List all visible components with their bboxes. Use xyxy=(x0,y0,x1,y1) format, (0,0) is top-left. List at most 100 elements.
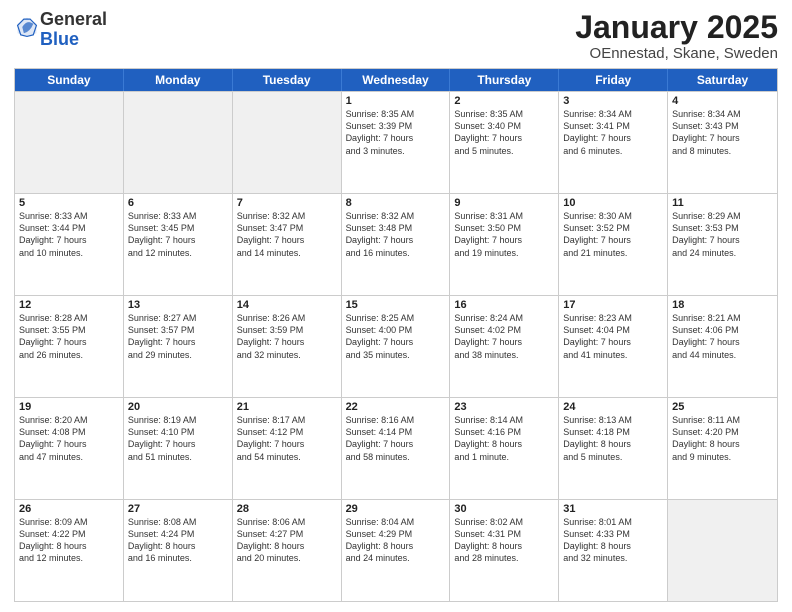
day-info: Sunrise: 8:02 AM Sunset: 4:31 PM Dayligh… xyxy=(454,516,554,565)
day-number: 29 xyxy=(346,503,446,515)
day-number: 30 xyxy=(454,503,554,515)
day-info: Sunrise: 8:06 AM Sunset: 4:27 PM Dayligh… xyxy=(237,516,337,565)
day-number: 10 xyxy=(563,197,663,209)
day-number: 15 xyxy=(346,299,446,311)
day-number: 16 xyxy=(454,299,554,311)
day-cell-28: 28Sunrise: 8:06 AM Sunset: 4:27 PM Dayli… xyxy=(233,500,342,601)
logo-blue: Blue xyxy=(40,29,79,49)
day-number: 4 xyxy=(672,95,773,107)
day-number: 11 xyxy=(672,197,773,209)
day-number: 12 xyxy=(19,299,119,311)
day-cell-23: 23Sunrise: 8:14 AM Sunset: 4:16 PM Dayli… xyxy=(450,398,559,499)
day-number: 23 xyxy=(454,401,554,413)
day-info: Sunrise: 8:09 AM Sunset: 4:22 PM Dayligh… xyxy=(19,516,119,565)
day-cell-6: 6Sunrise: 8:33 AM Sunset: 3:45 PM Daylig… xyxy=(124,194,233,295)
day-cell-3: 3Sunrise: 8:34 AM Sunset: 3:41 PM Daylig… xyxy=(559,92,668,193)
day-info: Sunrise: 8:19 AM Sunset: 4:10 PM Dayligh… xyxy=(128,414,228,463)
day-cell-31: 31Sunrise: 8:01 AM Sunset: 4:33 PM Dayli… xyxy=(559,500,668,601)
day-cell-10: 10Sunrise: 8:30 AM Sunset: 3:52 PM Dayli… xyxy=(559,194,668,295)
day-cell-19: 19Sunrise: 8:20 AM Sunset: 4:08 PM Dayli… xyxy=(15,398,124,499)
header: General Blue January 2025 OEnnestad, Ska… xyxy=(14,10,778,62)
day-cell-empty xyxy=(124,92,233,193)
day-cell-empty xyxy=(15,92,124,193)
dow-cell-monday: Monday xyxy=(124,69,233,91)
dow-cell-friday: Friday xyxy=(559,69,668,91)
day-info: Sunrise: 8:16 AM Sunset: 4:14 PM Dayligh… xyxy=(346,414,446,463)
day-info: Sunrise: 8:04 AM Sunset: 4:29 PM Dayligh… xyxy=(346,516,446,565)
cal-title: January 2025 xyxy=(575,10,778,45)
day-number: 5 xyxy=(19,197,119,209)
day-number: 8 xyxy=(346,197,446,209)
day-cell-5: 5Sunrise: 8:33 AM Sunset: 3:44 PM Daylig… xyxy=(15,194,124,295)
day-number: 22 xyxy=(346,401,446,413)
logo-general: General xyxy=(40,9,107,29)
day-cell-16: 16Sunrise: 8:24 AM Sunset: 4:02 PM Dayli… xyxy=(450,296,559,397)
day-cell-27: 27Sunrise: 8:08 AM Sunset: 4:24 PM Dayli… xyxy=(124,500,233,601)
day-info: Sunrise: 8:35 AM Sunset: 3:39 PM Dayligh… xyxy=(346,108,446,157)
day-number: 2 xyxy=(454,95,554,107)
day-cell-7: 7Sunrise: 8:32 AM Sunset: 3:47 PM Daylig… xyxy=(233,194,342,295)
day-info: Sunrise: 8:31 AM Sunset: 3:50 PM Dayligh… xyxy=(454,210,554,259)
title-block: January 2025 OEnnestad, Skane, Sweden xyxy=(575,10,778,62)
day-info: Sunrise: 8:32 AM Sunset: 3:47 PM Dayligh… xyxy=(237,210,337,259)
day-cell-22: 22Sunrise: 8:16 AM Sunset: 4:14 PM Dayli… xyxy=(342,398,451,499)
day-cell-2: 2Sunrise: 8:35 AM Sunset: 3:40 PM Daylig… xyxy=(450,92,559,193)
dow-cell-sunday: Sunday xyxy=(15,69,124,91)
day-cell-empty xyxy=(668,500,777,601)
day-number: 21 xyxy=(237,401,337,413)
day-number: 17 xyxy=(563,299,663,311)
day-number: 19 xyxy=(19,401,119,413)
cal-subtitle: OEnnestad, Skane, Sweden xyxy=(575,45,778,62)
day-info: Sunrise: 8:11 AM Sunset: 4:20 PM Dayligh… xyxy=(672,414,773,463)
day-cell-4: 4Sunrise: 8:34 AM Sunset: 3:43 PM Daylig… xyxy=(668,92,777,193)
day-cell-8: 8Sunrise: 8:32 AM Sunset: 3:48 PM Daylig… xyxy=(342,194,451,295)
day-info: Sunrise: 8:33 AM Sunset: 3:45 PM Dayligh… xyxy=(128,210,228,259)
day-info: Sunrise: 8:30 AM Sunset: 3:52 PM Dayligh… xyxy=(563,210,663,259)
day-cell-21: 21Sunrise: 8:17 AM Sunset: 4:12 PM Dayli… xyxy=(233,398,342,499)
dow-row: SundayMondayTuesdayWednesdayThursdayFrid… xyxy=(15,69,777,91)
day-number: 14 xyxy=(237,299,337,311)
day-info: Sunrise: 8:23 AM Sunset: 4:04 PM Dayligh… xyxy=(563,312,663,361)
day-info: Sunrise: 8:32 AM Sunset: 3:48 PM Dayligh… xyxy=(346,210,446,259)
dow-cell-wednesday: Wednesday xyxy=(342,69,451,91)
day-number: 25 xyxy=(672,401,773,413)
day-info: Sunrise: 8:20 AM Sunset: 4:08 PM Dayligh… xyxy=(19,414,119,463)
day-cell-14: 14Sunrise: 8:26 AM Sunset: 3:59 PM Dayli… xyxy=(233,296,342,397)
day-cell-13: 13Sunrise: 8:27 AM Sunset: 3:57 PM Dayli… xyxy=(124,296,233,397)
day-info: Sunrise: 8:14 AM Sunset: 4:16 PM Dayligh… xyxy=(454,414,554,463)
day-info: Sunrise: 8:33 AM Sunset: 3:44 PM Dayligh… xyxy=(19,210,119,259)
day-number: 9 xyxy=(454,197,554,209)
day-number: 24 xyxy=(563,401,663,413)
day-number: 13 xyxy=(128,299,228,311)
day-info: Sunrise: 8:13 AM Sunset: 4:18 PM Dayligh… xyxy=(563,414,663,463)
dow-cell-tuesday: Tuesday xyxy=(233,69,342,91)
day-info: Sunrise: 8:28 AM Sunset: 3:55 PM Dayligh… xyxy=(19,312,119,361)
day-info: Sunrise: 8:01 AM Sunset: 4:33 PM Dayligh… xyxy=(563,516,663,565)
week-row-4: 26Sunrise: 8:09 AM Sunset: 4:22 PM Dayli… xyxy=(15,499,777,601)
day-cell-11: 11Sunrise: 8:29 AM Sunset: 3:53 PM Dayli… xyxy=(668,194,777,295)
day-number: 27 xyxy=(128,503,228,515)
day-info: Sunrise: 8:35 AM Sunset: 3:40 PM Dayligh… xyxy=(454,108,554,157)
day-cell-empty xyxy=(233,92,342,193)
logo: General Blue xyxy=(14,10,107,50)
calendar: SundayMondayTuesdayWednesdayThursdayFrid… xyxy=(14,68,778,602)
day-info: Sunrise: 8:17 AM Sunset: 4:12 PM Dayligh… xyxy=(237,414,337,463)
day-cell-17: 17Sunrise: 8:23 AM Sunset: 4:04 PM Dayli… xyxy=(559,296,668,397)
dow-cell-saturday: Saturday xyxy=(668,69,777,91)
day-cell-30: 30Sunrise: 8:02 AM Sunset: 4:31 PM Dayli… xyxy=(450,500,559,601)
day-cell-15: 15Sunrise: 8:25 AM Sunset: 4:00 PM Dayli… xyxy=(342,296,451,397)
day-info: Sunrise: 8:29 AM Sunset: 3:53 PM Dayligh… xyxy=(672,210,773,259)
day-cell-29: 29Sunrise: 8:04 AM Sunset: 4:29 PM Dayli… xyxy=(342,500,451,601)
day-cell-20: 20Sunrise: 8:19 AM Sunset: 4:10 PM Dayli… xyxy=(124,398,233,499)
day-cell-26: 26Sunrise: 8:09 AM Sunset: 4:22 PM Dayli… xyxy=(15,500,124,601)
day-number: 6 xyxy=(128,197,228,209)
day-cell-24: 24Sunrise: 8:13 AM Sunset: 4:18 PM Dayli… xyxy=(559,398,668,499)
day-number: 26 xyxy=(19,503,119,515)
logo-text: General Blue xyxy=(40,10,107,50)
day-number: 20 xyxy=(128,401,228,413)
day-number: 31 xyxy=(563,503,663,515)
weeks: 1Sunrise: 8:35 AM Sunset: 3:39 PM Daylig… xyxy=(15,91,777,601)
day-number: 18 xyxy=(672,299,773,311)
day-cell-25: 25Sunrise: 8:11 AM Sunset: 4:20 PM Dayli… xyxy=(668,398,777,499)
day-number: 3 xyxy=(563,95,663,107)
